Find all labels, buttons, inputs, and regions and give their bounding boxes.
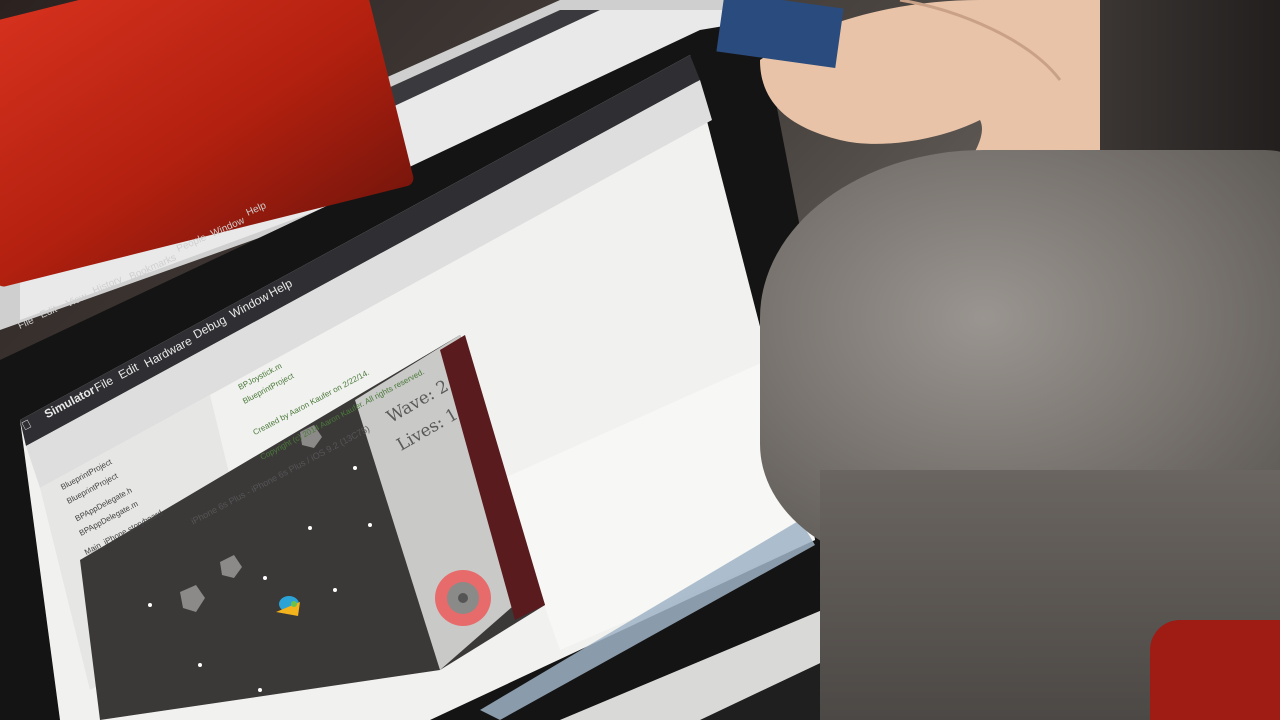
asteroid — [180, 585, 205, 612]
menu-item-debug[interactable]: Debug — [191, 313, 229, 342]
star — [148, 603, 152, 607]
navigator-pane — [40, 395, 260, 690]
rear-menu-item: Bookmarks — [127, 252, 179, 283]
ship-cockpit — [291, 601, 297, 607]
asteroid — [220, 555, 242, 578]
menu-item-help[interactable]: Help — [266, 276, 294, 300]
ship-wing — [276, 602, 300, 616]
star — [368, 523, 372, 527]
joystick-base[interactable] — [435, 570, 491, 626]
game-background — [80, 335, 545, 720]
side-bar — [440, 335, 545, 620]
menu-item-edit[interactable]: Edit — [116, 360, 141, 382]
star — [263, 576, 267, 580]
red-cloth — [1150, 620, 1280, 720]
dock — [480, 520, 815, 720]
star — [353, 466, 357, 470]
rear-menu-item: History — [91, 274, 125, 297]
red-box — [0, 0, 416, 289]
joystick-knob[interactable] — [447, 582, 479, 614]
menu-item-apple[interactable]:  — [19, 417, 34, 434]
star — [198, 663, 202, 667]
star — [333, 588, 337, 592]
hand-crease — [899, 0, 1062, 81]
menu-item-simulator[interactable]: Simulator — [42, 383, 97, 421]
ship — [279, 596, 299, 612]
simulator-title: iPhone 6s Plus - iPhone 6s Plus / iOS 9.… — [189, 423, 372, 527]
rear-menu-item: View — [64, 291, 89, 310]
menu-item-window[interactable]: Window — [227, 289, 271, 321]
star — [258, 688, 262, 692]
blue-object — [716, 0, 844, 69]
rear-menu-item: Edit — [38, 303, 59, 322]
star — [308, 526, 312, 530]
menu-item-hardware[interactable]: Hardware — [142, 334, 195, 371]
rear-menu-item: File — [16, 315, 36, 332]
photo-scene:  Simulator File Edit Hardware Debug Win… — [0, 0, 1280, 720]
joystick-center — [458, 593, 468, 603]
